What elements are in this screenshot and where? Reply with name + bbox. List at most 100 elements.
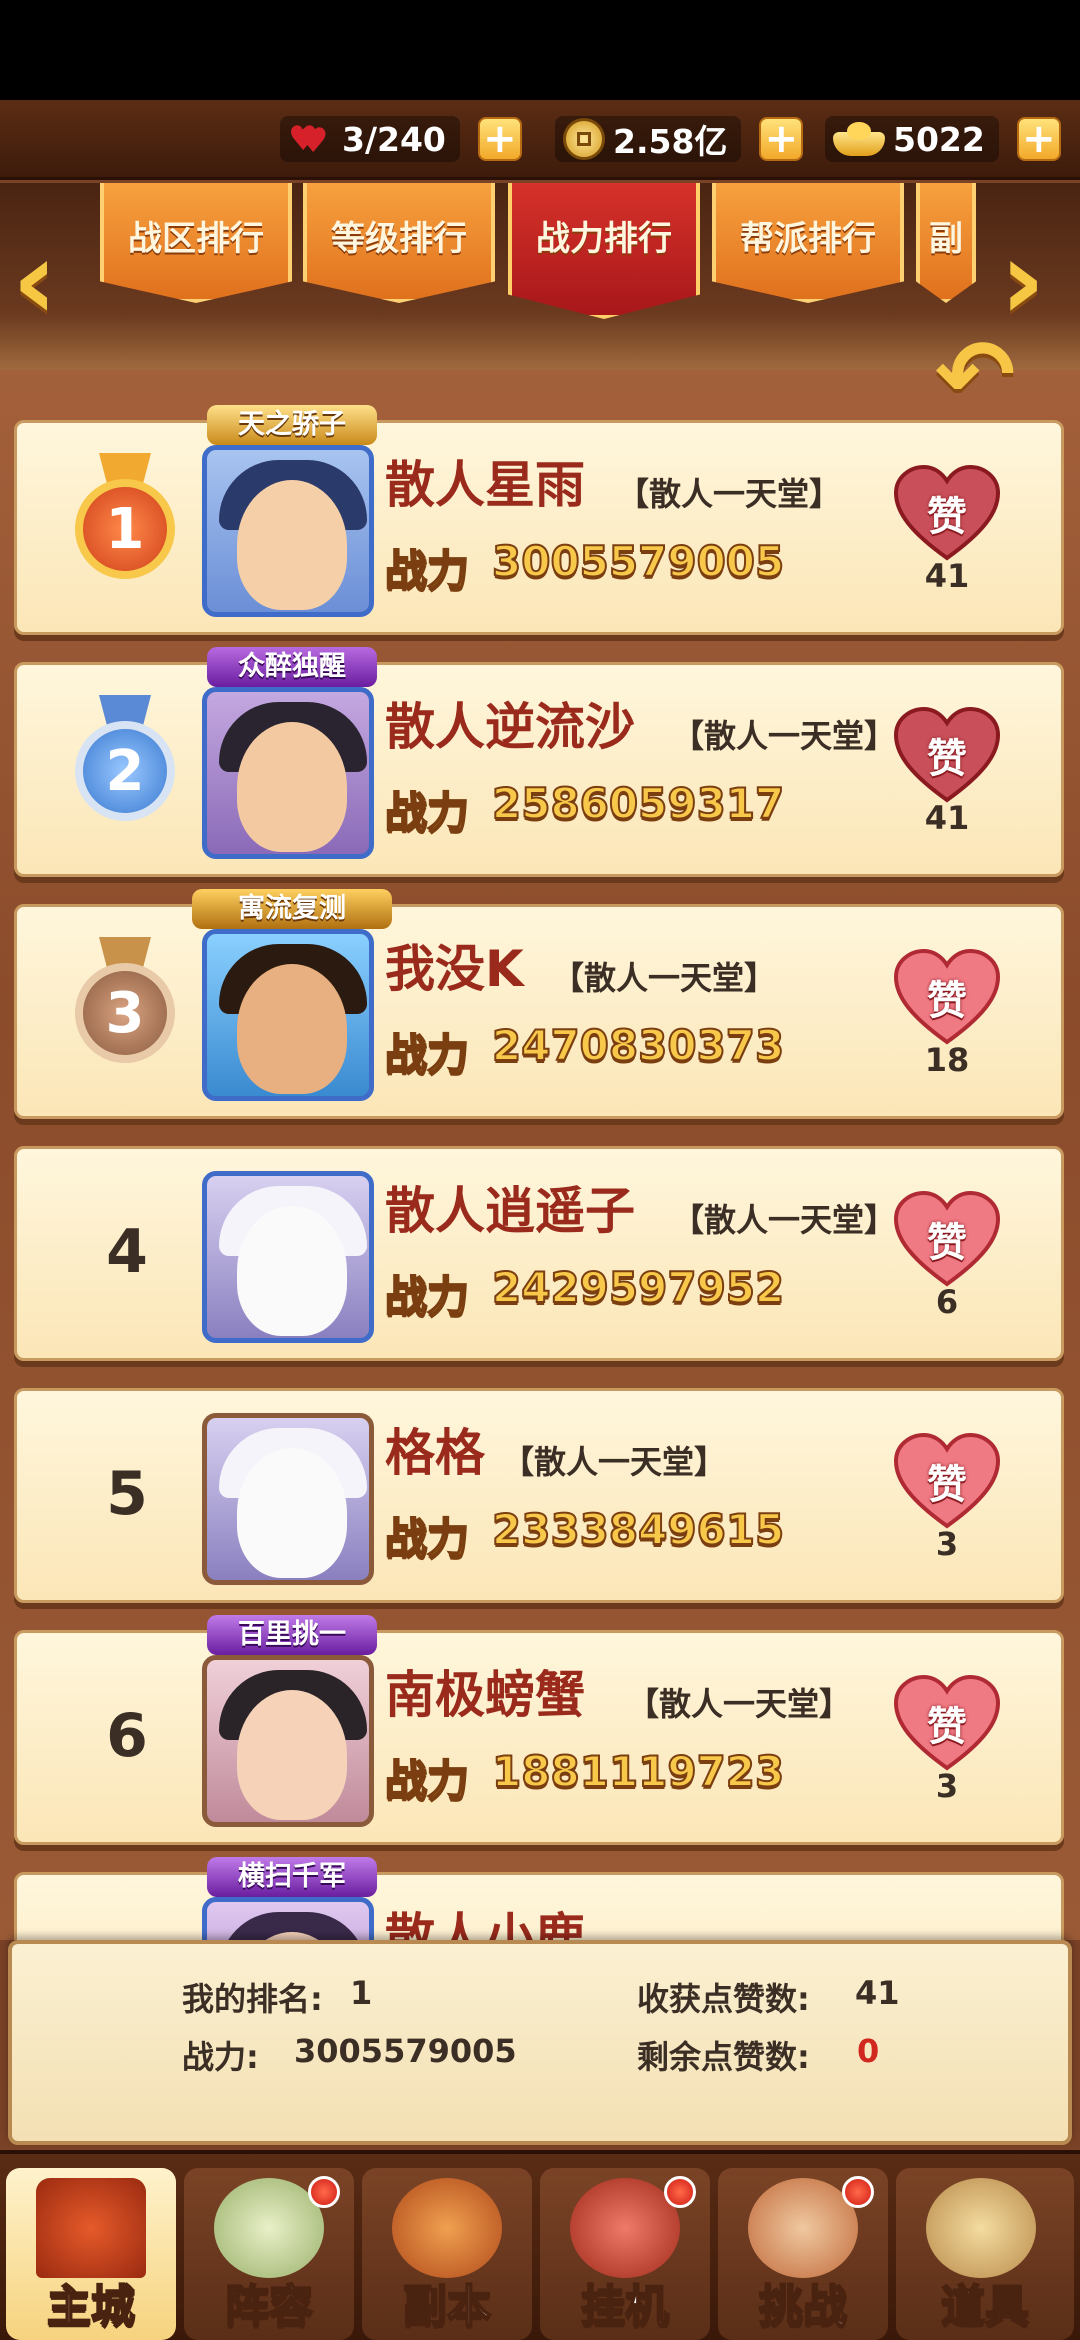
avatar[interactable] xyxy=(202,1655,374,1827)
power-label: 战力 xyxy=(384,1755,470,1806)
scroll-castle-icon xyxy=(392,2178,502,2278)
rank-number: 4 xyxy=(106,1217,148,1287)
avatar[interactable] xyxy=(202,687,374,859)
nav-idle[interactable]: 挂机 xyxy=(540,2168,710,2340)
title-badge: 众醉独醒 xyxy=(207,647,377,687)
guild-name: 【散人一天堂】 xyxy=(617,475,842,513)
rank-number: 5 xyxy=(106,1459,148,1529)
heart-icon: 赞 xyxy=(892,1673,1002,1773)
title-badge: 寓流复测 xyxy=(192,889,392,929)
tabs-right-arrow-icon[interactable]: › xyxy=(1000,225,1070,335)
ingots-resource: 5022 + xyxy=(825,110,1061,168)
power-value: 2470830373 xyxy=(491,1020,785,1071)
coins-resource: 2.58亿 + xyxy=(555,110,804,168)
guild-name: 【散人一天堂】 xyxy=(552,959,777,997)
ranking-row[interactable]: 1 天之骄子 散人星雨 【散人一天堂】 战力 3005579005 赞 41 xyxy=(14,405,1064,635)
my-rank-panel: 我的排名: 1 战力: 3005579005 收获点赞数: 41 剩余点赞数: … xyxy=(8,1940,1072,2145)
player-name: 散人小鹿 xyxy=(385,1908,585,1940)
tab-level-ranking[interactable]: 等级排行 xyxy=(303,183,495,303)
player-name: 散人逆流沙 xyxy=(385,698,635,756)
palace-icon xyxy=(36,2178,146,2278)
nav-label: 挂机 xyxy=(580,2280,670,2333)
power-label: 战力 xyxy=(384,787,470,838)
silver-medal-icon: 2 xyxy=(65,695,185,835)
like-button[interactable]: 赞 41 xyxy=(887,463,1007,613)
power-value: 2429597952 xyxy=(491,1262,785,1313)
stamina-icon: ♥ ♥ xyxy=(288,119,329,161)
ranking-row[interactable]: 3 寓流复测 我没K 【散人一天堂】 战力 2470830373 赞 18 xyxy=(14,889,1064,1119)
heart-icon: 赞 xyxy=(892,463,1002,563)
power-label: 战力 xyxy=(384,1271,470,1322)
player-name: 散人星雨 xyxy=(385,456,585,514)
power-label: 战力 xyxy=(384,1513,470,1564)
avatar[interactable] xyxy=(202,1413,374,1585)
ranking-row[interactable]: 4 散人逍遥子 【散人一天堂】 战力 2429597952 赞 6 xyxy=(14,1146,1064,1361)
likes-received-label: 收获点赞数: xyxy=(637,1980,810,2018)
title-badge: 横扫千军 xyxy=(207,1857,377,1897)
heart-icon: 赞 xyxy=(892,947,1002,1047)
like-button[interactable]: 赞 18 xyxy=(887,947,1007,1097)
ingot-icon xyxy=(833,122,885,156)
guild-name: 【散人一天堂】 xyxy=(672,717,897,755)
ranking-row[interactable]: 6 百里挑一 南极螃蟹 【散人一天堂】 战力 1881119723 赞 3 xyxy=(14,1615,1064,1845)
like-button[interactable]: 赞 41 xyxy=(887,705,1007,855)
like-button[interactable]: 赞 3 xyxy=(887,1673,1007,1823)
avatar[interactable] xyxy=(202,1897,374,1940)
avatar[interactable] xyxy=(202,1171,374,1343)
add-coins-button[interactable]: + xyxy=(759,117,804,161)
avatar[interactable] xyxy=(202,929,374,1101)
tab-guild-ranking[interactable]: 帮派排行 xyxy=(712,183,904,303)
add-stamina-button[interactable]: + xyxy=(477,117,522,161)
ranking-list[interactable]: 1 天之骄子 散人星雨 【散人一天堂】 战力 3005579005 赞 41 2… xyxy=(0,370,1080,1940)
bottom-nav: 主城 阵容 副本 挂机 挑战 道具 xyxy=(0,2150,1080,2340)
nav-items[interactable]: 道具 xyxy=(896,2168,1074,2340)
like-button[interactable]: 赞 6 xyxy=(887,1189,1007,1339)
power-value: 2586059317 xyxy=(491,778,785,829)
player-name: 散人逍遥子 xyxy=(385,1182,635,1240)
power-value: 3005579005 xyxy=(491,536,785,587)
player-name: 我没K xyxy=(385,940,524,998)
rank-number: 6 xyxy=(106,1701,148,1771)
back-arrow-icon[interactable]: ↶ xyxy=(935,327,1045,423)
my-rank-label: 我的排名: xyxy=(182,1980,323,2018)
title-badge: 百里挑一 xyxy=(207,1615,377,1655)
nav-label: 主城 xyxy=(46,2280,136,2333)
bronze-medal-icon: 3 xyxy=(65,937,185,1077)
nav-label: 道具 xyxy=(940,2280,1030,2333)
nav-label: 挑战 xyxy=(758,2280,848,2333)
status-bar xyxy=(0,0,1080,100)
title-badge: 天之骄子 xyxy=(207,405,377,445)
like-button[interactable]: 赞 3 xyxy=(887,1431,1007,1581)
heart-icon: 赞 xyxy=(892,1431,1002,1531)
nav-dungeon[interactable]: 副本 xyxy=(362,2168,532,2340)
tab-zone-ranking[interactable]: 战区排行 xyxy=(100,183,292,303)
stamina-value: 3/240 xyxy=(342,119,446,159)
my-rank-value: 1 xyxy=(350,1974,373,2012)
scroll-bag-icon xyxy=(926,2178,1036,2278)
tab-more[interactable]: 副 xyxy=(916,183,976,303)
likes-left-label: 剩余点赞数: xyxy=(637,2038,810,2076)
tab-power-ranking[interactable]: 战力排行 xyxy=(508,183,700,319)
power-value: 1881119723 xyxy=(491,1746,785,1797)
resource-bar: ♥ ♥ 3/240 + 2.58亿 + 5022 + xyxy=(0,100,1080,180)
tabs-left-arrow-icon[interactable]: ‹ xyxy=(12,225,82,335)
ranking-row[interactable]: 5 格格 【散人一天堂】 战力 2333849615 赞 3 xyxy=(14,1388,1064,1603)
notification-dot xyxy=(308,2176,340,2208)
nav-lineup[interactable]: 阵容 xyxy=(184,2168,354,2340)
player-name: 南极螃蟹 xyxy=(385,1666,585,1724)
nav-main-city[interactable]: 主城 xyxy=(6,2168,176,2340)
likes-received-value: 41 xyxy=(855,1974,900,2012)
stamina-resource: ♥ ♥ 3/240 + xyxy=(280,110,522,168)
nav-challenge[interactable]: 挑战 xyxy=(718,2168,888,2340)
avatar[interactable] xyxy=(202,445,374,617)
coins-value: 2.58亿 xyxy=(613,122,728,161)
ranking-row[interactable]: 2 众醉独醒 散人逆流沙 【散人一天堂】 战力 2586059317 赞 41 xyxy=(14,647,1064,877)
heart-icon: 赞 xyxy=(892,705,1002,805)
ranking-row[interactable]: 7 横扫千军 散人小鹿 xyxy=(14,1857,1064,1940)
nav-label: 阵容 xyxy=(224,2280,314,2333)
notification-dot xyxy=(842,2176,874,2208)
add-ingots-button[interactable]: + xyxy=(1016,117,1061,161)
gold-medal-icon: 1 xyxy=(65,453,185,593)
notification-dot xyxy=(664,2176,696,2208)
nav-label: 副本 xyxy=(402,2280,492,2333)
